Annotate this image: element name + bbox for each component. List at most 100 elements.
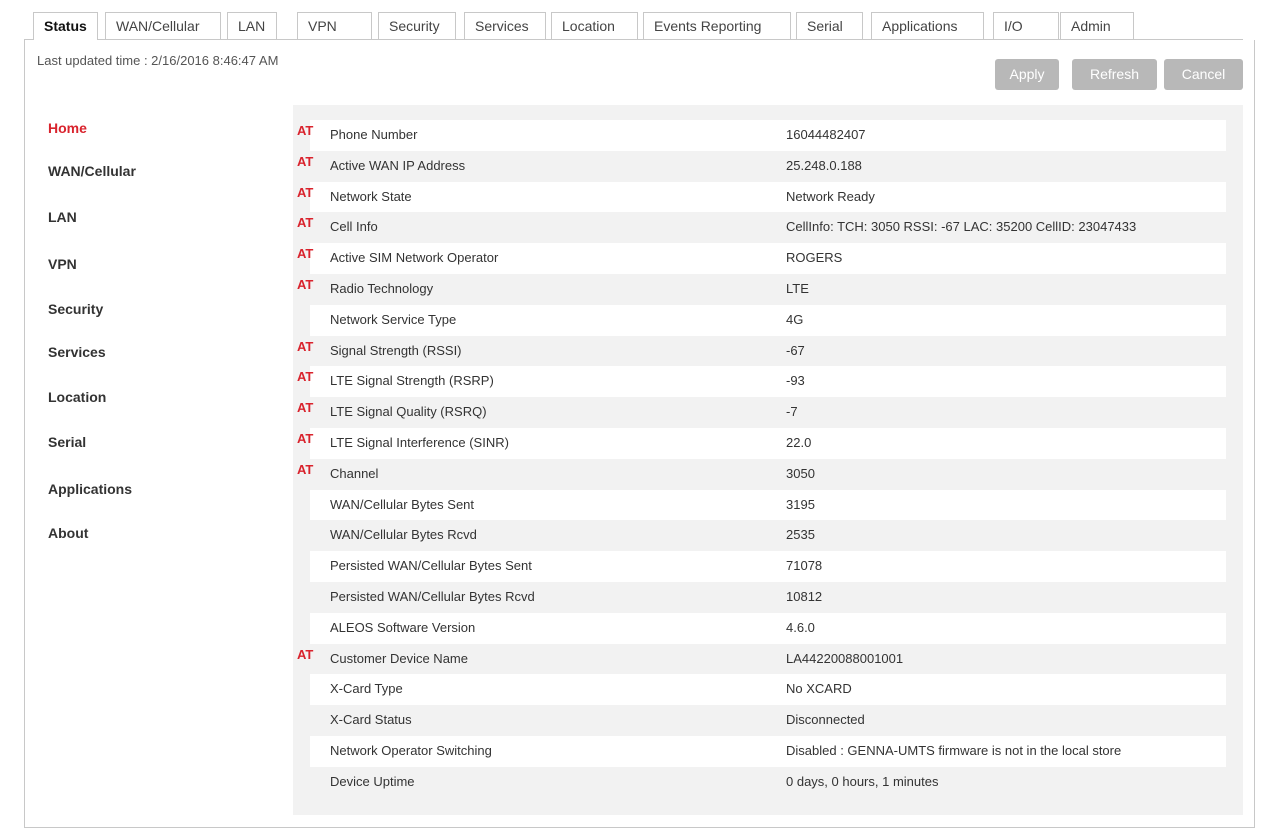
apply-button[interactable]: Apply	[995, 59, 1059, 90]
row-label: Active WAN IP Address	[330, 157, 466, 173]
row-label: X-Card Status	[330, 712, 412, 728]
at-command-marker: AT	[297, 430, 314, 446]
row-value: -93	[786, 373, 805, 389]
sidebar-item-vpn[interactable]: VPN	[48, 256, 77, 272]
row-value: LA44220088001001	[786, 650, 904, 666]
table-row: Device Uptime 0 days, 0 hours, 1 minutes	[310, 766, 1226, 798]
row-value: ROGERS	[786, 250, 843, 266]
top-tab-bar: Status WAN/Cellular LAN VPN Security Ser…	[0, 0, 1263, 40]
table-row: Network Service Type 4G	[310, 304, 1226, 336]
tab-status[interactable]: Status	[33, 12, 98, 40]
tab-io[interactable]: I/O	[993, 12, 1059, 39]
row-label: Network State	[330, 188, 412, 204]
at-command-marker: AT	[297, 246, 314, 262]
row-label: ALEOS Software Version	[330, 619, 476, 635]
row-value: 3050	[786, 465, 815, 481]
cancel-button[interactable]: Cancel	[1164, 59, 1243, 90]
row-label: Persisted WAN/Cellular Bytes Rcvd	[330, 588, 535, 604]
row-value: 22.0	[786, 434, 812, 450]
table-row: AT Active WAN IP Address 25.248.0.188	[297, 150, 1226, 182]
row-label: Persisted WAN/Cellular Bytes Sent	[330, 558, 532, 574]
sidebar-item-services[interactable]: Services	[48, 344, 106, 360]
tab-applications[interactable]: Applications	[871, 12, 984, 39]
table-row: AT Network State Network Ready	[297, 181, 1226, 213]
row-label: Customer Device Name	[330, 650, 468, 666]
at-command-marker: AT	[297, 123, 314, 138]
row-value: -7	[786, 404, 798, 420]
last-updated-time: Last updated time : 2/16/2016 8:46:47 AM	[37, 53, 279, 68]
tab-location[interactable]: Location	[551, 12, 638, 39]
sidebar-item-lan[interactable]: LAN	[48, 209, 77, 225]
row-label: Network Service Type	[330, 311, 457, 327]
row-value: No XCARD	[786, 681, 852, 697]
row-value: 2535	[786, 527, 815, 543]
table-row: AT Cell Info CellInfo: TCH: 3050 RSSI: -67…	[297, 212, 1226, 244]
row-label: WAN/Cellular Bytes Rcvd	[330, 527, 477, 543]
table-row: AT Customer Device Name LA44220088001001	[297, 643, 1226, 675]
tab-admin[interactable]: Admin	[1060, 12, 1134, 39]
row-value: Disconnected	[786, 712, 865, 728]
table-row: WAN/Cellular Bytes Sent 3195	[310, 489, 1226, 521]
row-value: LTE	[786, 280, 809, 296]
row-value: 4.6.0	[786, 619, 815, 635]
at-command-marker: AT	[297, 215, 314, 231]
row-value: 16044482407	[786, 127, 866, 142]
row-label: X-Card Type	[330, 681, 403, 697]
tab-serial[interactable]: Serial	[796, 12, 863, 39]
sidebar-item-security[interactable]: Security	[48, 301, 103, 317]
at-command-marker: AT	[297, 461, 314, 477]
row-value: Disabled : GENNA-UMTS firmware is not in…	[786, 742, 1122, 758]
row-label: LTE Signal Quality (RSRQ)	[330, 404, 487, 420]
at-command-marker: AT	[297, 646, 314, 662]
tab-services[interactable]: Services	[464, 12, 546, 39]
row-label: Device Uptime	[330, 773, 415, 789]
table-row: AT LTE Signal Strength (RSRP) -93	[297, 366, 1226, 398]
table-row: X-Card Type No XCARD	[310, 674, 1226, 706]
row-label: LTE Signal Strength (RSRP)	[330, 373, 494, 389]
row-label: Channel	[330, 465, 379, 481]
tab-lan[interactable]: LAN	[227, 12, 277, 39]
row-value: 0 days, 0 hours, 1 minutes	[786, 773, 939, 789]
row-label: Network Operator Switching	[330, 742, 492, 758]
sidebar-item-location[interactable]: Location	[48, 389, 106, 405]
tab-vpn[interactable]: VPN	[297, 12, 372, 39]
row-value: 71078	[786, 558, 823, 574]
sidebar-item-serial[interactable]: Serial	[48, 434, 86, 450]
sidebar-item-applications[interactable]: Applications	[48, 481, 132, 497]
table-row: AT Phone Number 16044482407	[297, 120, 1226, 151]
row-value: 25.248.0.188	[786, 157, 862, 173]
tab-events-reporting[interactable]: Events Reporting	[643, 12, 791, 39]
table-row: AT Signal Strength (RSSI) -67	[297, 335, 1226, 367]
status-table: AT Phone Number 16044482407 AT Active WAN IP…	[297, 120, 1226, 798]
table-row: AT Channel 3050	[297, 458, 1226, 490]
row-label: LTE Signal Interference (SINR)	[330, 434, 509, 450]
tab-security[interactable]: Security	[378, 12, 456, 39]
table-row: Network Operator Switching Disabled : GEN…	[310, 735, 1226, 767]
at-command-marker: AT	[297, 276, 314, 292]
row-value: 4G	[786, 311, 804, 327]
table-row: Persisted WAN/Cellular Bytes Sent 71078	[310, 551, 1226, 582]
table-row: AT Radio Technology LTE	[297, 273, 1226, 305]
sidebar: Home WAN/Cellular LAN VPN Security Servi…	[37, 105, 292, 815]
sidebar-item-about[interactable]: About	[48, 525, 88, 541]
sidebar-item-wan-cellular[interactable]: WAN/Cellular	[48, 163, 136, 179]
sidebar-item-home[interactable]: Home	[48, 120, 87, 136]
row-value: CellInfo: TCH: 3050 RSSI: -67 LAC: 35200…	[786, 219, 1137, 235]
row-label: Signal Strength (RSSI)	[330, 342, 462, 358]
table-row: Persisted WAN/Cellular Bytes Rcvd 10812	[310, 581, 1226, 613]
table-row: WAN/Cellular Bytes Rcvd 2535	[310, 520, 1226, 552]
table-row: X-Card Status Disconnected	[310, 705, 1226, 736]
row-label: Radio Technology	[330, 280, 434, 296]
at-command-marker: AT	[297, 369, 314, 385]
row-value: Network Ready	[786, 188, 875, 204]
row-label: WAN/Cellular Bytes Sent	[330, 496, 475, 512]
row-value: 3195	[786, 496, 815, 512]
refresh-button[interactable]: Refresh	[1072, 59, 1157, 90]
row-value: 10812	[786, 588, 823, 604]
tab-wan-cellular[interactable]: WAN/Cellular	[105, 12, 221, 39]
table-row: AT LTE Signal Quality (RSRQ) -7	[297, 397, 1226, 428]
table-row: AT Active SIM Network Operator ROGERS	[297, 243, 1226, 274]
row-value: -67	[786, 342, 805, 358]
row-label: Phone Number	[330, 127, 418, 142]
at-command-marker: AT	[297, 184, 314, 200]
